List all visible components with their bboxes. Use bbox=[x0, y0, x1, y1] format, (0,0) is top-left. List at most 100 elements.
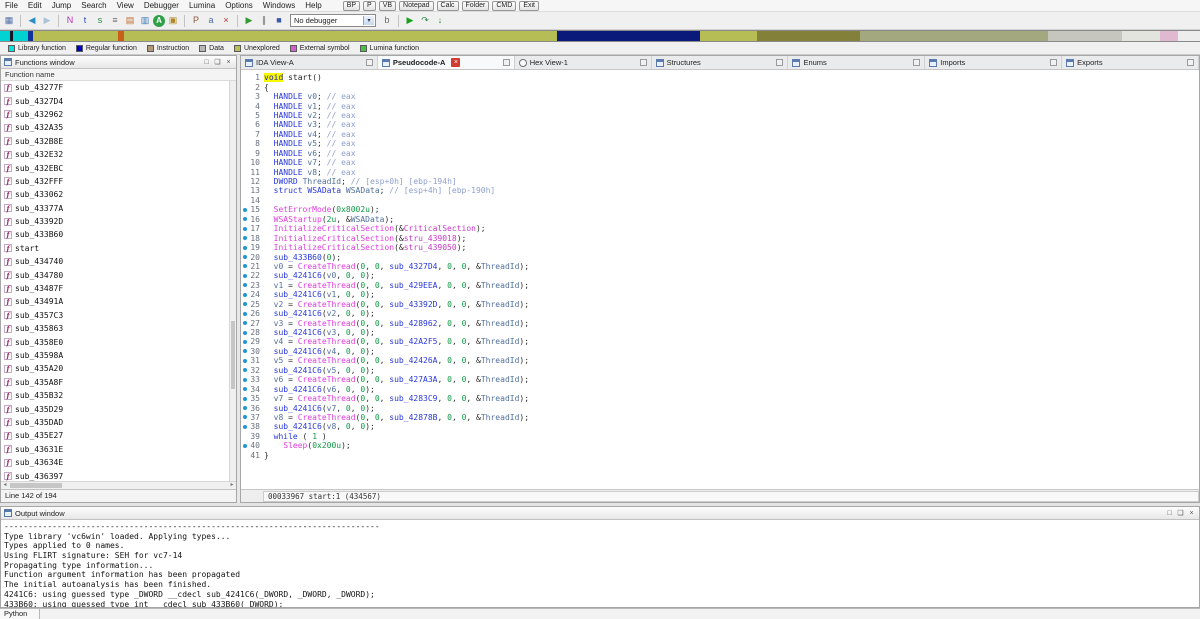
pseudocode-line[interactable]: 25 v2 = CreateThread(0, 0, sub_43392D, 0… bbox=[241, 300, 1199, 309]
pseudocode-line[interactable]: 30 sub_4241C6(v4, 0, 0); bbox=[241, 347, 1199, 356]
function-list-item[interactable]: f sub_432FFF bbox=[1, 175, 236, 188]
function-list-item[interactable]: f sub_4357C3 bbox=[1, 309, 236, 322]
quick-button-notepad[interactable]: Notepad bbox=[399, 0, 434, 11]
function-list-item[interactable]: f sub_435DAD bbox=[1, 416, 236, 429]
pseudocode-line[interactable]: 27 v3 = CreateThread(0, 0, sub_428962, 0… bbox=[241, 318, 1199, 328]
colors-icon[interactable]: ▤ bbox=[123, 14, 137, 27]
snapshot-icon[interactable]: ▣ bbox=[166, 14, 180, 27]
function-list-item[interactable]: f sub_43487F bbox=[1, 282, 236, 295]
pseudocode-line[interactable]: 19 InitializeCriticalSection(&stru_43905… bbox=[241, 243, 1199, 252]
pseudocode-line[interactable]: 1 void start() bbox=[241, 73, 1199, 83]
chart-icon[interactable]: ▥ bbox=[138, 14, 152, 27]
function-list-item[interactable]: f sub_43634E bbox=[1, 456, 236, 469]
navigation-band[interactable] bbox=[0, 30, 1200, 42]
tab-exports[interactable]: Exports bbox=[1062, 56, 1200, 69]
step-over-icon[interactable]: ↷ bbox=[418, 14, 432, 27]
pseudocode-line[interactable]: 22 sub_4241C6(v0, 0, 0); bbox=[241, 271, 1199, 280]
pseudocode-line[interactable]: 7 HANDLE v4; // eax bbox=[241, 130, 1199, 139]
pseudocode-line[interactable]: 34 sub_4241C6(v6, 0, 0); bbox=[241, 384, 1199, 394]
debugger-options-icon[interactable]: b bbox=[380, 14, 394, 27]
float-icon[interactable]: ❏ bbox=[1176, 509, 1185, 518]
function-list-item[interactable]: f sub_43392D bbox=[1, 215, 236, 228]
function-list-item[interactable]: f sub_43377A bbox=[1, 202, 236, 215]
function-list-item[interactable]: f sub_435863 bbox=[1, 322, 236, 335]
pseudocode-line[interactable]: 11 HANDLE v8; // eax bbox=[241, 167, 1199, 177]
pseudocode-line[interactable]: 29 v4 = CreateThread(0, 0, sub_42A2F5, 0… bbox=[241, 337, 1199, 346]
patch-icon[interactable]: P bbox=[189, 14, 203, 27]
quick-button-calc[interactable]: Calc bbox=[436, 0, 459, 11]
function-name-column-header[interactable]: Function name bbox=[1, 69, 236, 81]
pseudocode-line[interactable]: 6 HANDLE v3; // eax bbox=[241, 120, 1199, 129]
pseudocode-line[interactable]: 40 Sleep(0x200u); bbox=[241, 441, 1199, 450]
function-list-item[interactable]: f sub_43598A bbox=[1, 349, 236, 362]
tab-imports[interactable]: Imports bbox=[925, 56, 1063, 69]
close-icon[interactable]: × bbox=[1187, 509, 1196, 518]
navigate-forward-icon[interactable]: ▶ bbox=[40, 14, 54, 27]
quick-button-p[interactable]: P bbox=[363, 0, 376, 11]
tab-enums[interactable]: Enums bbox=[788, 56, 926, 69]
function-list-item[interactable]: f sub_435A20 bbox=[1, 362, 236, 375]
pseudocode-line[interactable]: 32 sub_4241C6(v5, 0, 0); bbox=[241, 366, 1199, 375]
debugger-selector[interactable]: No debugger ▾ bbox=[290, 14, 376, 27]
navigate-back-icon[interactable]: ◀ bbox=[25, 14, 39, 27]
menu-lumina[interactable]: Lumina bbox=[184, 0, 220, 12]
function-list-item[interactable]: f sub_43631E bbox=[1, 443, 236, 456]
lumina-icon[interactable]: A bbox=[153, 14, 165, 27]
pseudocode-line[interactable]: 37 v8 = CreateThread(0, 0, sub_42878B, 0… bbox=[241, 413, 1199, 422]
rename-icon[interactable]: N bbox=[63, 14, 77, 27]
scrollbar-thumb[interactable] bbox=[10, 483, 62, 488]
quick-button-exit[interactable]: Exit bbox=[519, 0, 539, 11]
pseudocode-line[interactable]: 23 v1 = CreateThread(0, 0, sub_429EEA, 0… bbox=[241, 281, 1199, 290]
float-icon[interactable]: ❏ bbox=[213, 58, 222, 67]
close-icon[interactable]: × bbox=[224, 58, 233, 67]
function-list-item[interactable]: f sub_432E32 bbox=[1, 148, 236, 161]
quick-button-bp[interactable]: BP bbox=[342, 0, 361, 11]
pseudocode-line[interactable]: 24 sub_4241C6(v1, 0, 0); bbox=[241, 290, 1199, 299]
menu-windows[interactable]: Windows bbox=[258, 0, 300, 12]
quick-button-cmd[interactable]: CMD bbox=[492, 0, 517, 11]
function-list-item[interactable]: f sub_433062 bbox=[1, 188, 236, 201]
function-list-item[interactable]: f sub_432B8E bbox=[1, 135, 236, 148]
debugger-stop-icon[interactable]: ■ bbox=[272, 14, 286, 27]
function-list-vertical-scrollbar[interactable] bbox=[229, 81, 236, 481]
pseudocode-line[interactable]: 21 v0 = CreateThread(0, 0, sub_4327D4, 0… bbox=[241, 262, 1199, 271]
function-list-item[interactable]: f sub_435A8F bbox=[1, 376, 236, 389]
pseudocode-line[interactable]: 14 bbox=[241, 196, 1199, 205]
function-list-item[interactable]: f sub_43491A bbox=[1, 295, 236, 308]
pseudocode-line[interactable]: 9 HANDLE v6; // eax bbox=[241, 149, 1199, 158]
pseudocode-line[interactable]: 10 HANDLE v7; // eax bbox=[241, 158, 1199, 167]
quick-button-folder[interactable]: Folder bbox=[461, 0, 490, 11]
debugger-start-icon[interactable]: ▶ bbox=[242, 14, 256, 27]
function-list-item[interactable]: f sub_4327D4 bbox=[1, 94, 236, 107]
interpreter-selector[interactable]: Python bbox=[0, 609, 40, 619]
menu-debugger[interactable]: Debugger bbox=[139, 0, 184, 12]
function-list-item[interactable]: f sub_432962 bbox=[1, 108, 236, 121]
analysis-icon[interactable]: a bbox=[204, 14, 218, 27]
menu-options[interactable]: Options bbox=[220, 0, 258, 12]
pseudocode-line[interactable]: 31 v5 = CreateThread(0, 0, sub_42426A, 0… bbox=[241, 356, 1199, 365]
function-list-item[interactable]: f sub_434780 bbox=[1, 268, 236, 281]
pseudocode-line[interactable]: 36 sub_4241C6(v7, 0, 0); bbox=[241, 403, 1199, 413]
run-icon[interactable]: ▶ bbox=[403, 14, 417, 27]
scroll-right-icon[interactable]: ▸ bbox=[228, 482, 236, 489]
function-list-item[interactable]: f sub_435D29 bbox=[1, 402, 236, 415]
close-tab-icon[interactable]: × bbox=[451, 58, 461, 67]
pseudocode-line[interactable]: 4 HANDLE v1; // eax bbox=[241, 101, 1199, 111]
function-list-item[interactable]: f sub_433B60 bbox=[1, 228, 236, 241]
pseudocode-line[interactable]: 33 v6 = CreateThread(0, 0, sub_427A3A, 0… bbox=[241, 375, 1199, 384]
menu-edit[interactable]: Edit bbox=[23, 0, 47, 12]
pseudocode-line[interactable]: 20 sub_433B60(0); bbox=[241, 252, 1199, 262]
save-icon[interactable]: ▦ bbox=[2, 14, 16, 27]
pseudocode-line[interactable]: 41} bbox=[241, 451, 1199, 460]
pseudocode-line[interactable]: 35 v7 = CreateThread(0, 0, sub_4283C9, 0… bbox=[241, 394, 1199, 403]
scroll-left-icon[interactable]: ◂ bbox=[1, 482, 9, 489]
pseudocode-line[interactable]: 26 sub_4241C6(v2, 0, 0); bbox=[241, 309, 1199, 318]
pseudocode-line[interactable]: 2{ bbox=[241, 82, 1199, 92]
menu-jump[interactable]: Jump bbox=[47, 0, 77, 12]
pseudocode-line[interactable]: 39 while ( 1 ) bbox=[241, 432, 1199, 441]
function-list-item[interactable]: f sub_435B32 bbox=[1, 389, 236, 402]
function-list-item[interactable]: f sub_43277F bbox=[1, 81, 236, 94]
menu-view[interactable]: View bbox=[112, 0, 139, 12]
tab-ida-view-a[interactable]: IDA View-A bbox=[241, 56, 378, 69]
command-line-input[interactable] bbox=[40, 609, 1200, 619]
